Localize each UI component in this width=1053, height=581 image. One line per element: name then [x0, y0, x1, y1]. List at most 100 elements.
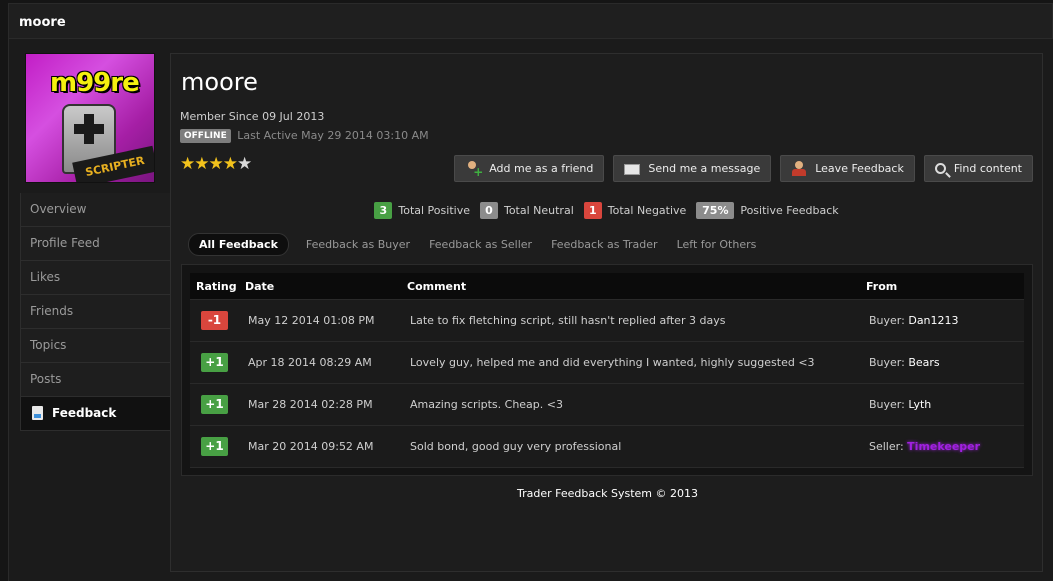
- envelope-icon: [624, 164, 641, 175]
- tab-feedback-as-trader[interactable]: Feedback as Trader: [542, 233, 667, 256]
- page-title: moore: [19, 15, 66, 30]
- star-filled-icon: ★: [208, 154, 224, 174]
- sidebar-item-friends[interactable]: Friends: [20, 295, 170, 329]
- leave-feedback-button[interactable]: Leave Feedback: [780, 155, 915, 182]
- sidebar-item-label: Overview: [30, 202, 87, 216]
- neutral-count-badge: 0: [479, 202, 498, 219]
- from-role: Buyer:: [869, 398, 905, 411]
- from-user-link[interactable]: Lyth: [908, 398, 931, 411]
- row-date: Mar 20 2014 09:52 AM: [248, 440, 374, 453]
- add-user-icon: [465, 160, 483, 179]
- row-from: Seller: Timekeeper: [862, 440, 1024, 453]
- table-row: +1 Apr 18 2014 08:29 AM Lovely guy, help…: [190, 342, 1024, 384]
- tab-feedback-as-buyer[interactable]: Feedback as Buyer: [297, 233, 419, 256]
- find-content-label: Find content: [953, 162, 1022, 175]
- profile-actions: Add me as a friend Send me a message Lea…: [454, 155, 1033, 182]
- table-row: +1 Mar 28 2014 02:28 PM Amazing scripts.…: [190, 384, 1024, 426]
- profile-main-panel: moore Member Since 09 Jul 2013 OFFLINE L…: [170, 53, 1043, 572]
- star-filled-icon: ★: [222, 154, 238, 174]
- neutral-label: Total Neutral: [503, 204, 574, 217]
- sidebar-item-label: Profile Feed: [30, 236, 100, 250]
- tab-left-for-others[interactable]: Left for Others: [668, 233, 766, 256]
- row-date: Apr 18 2014 08:29 AM: [248, 356, 372, 369]
- send-message-label: Send me a message: [648, 162, 761, 175]
- table-header: Rating Date Comment From: [190, 273, 1024, 300]
- sidebar-item-label: Posts: [30, 372, 62, 386]
- sidebar-item-topics[interactable]: Topics: [20, 329, 170, 363]
- total-negative: 1 Total Negative: [583, 202, 687, 219]
- sidebar-nav: Overview Profile Feed Likes Friends Topi…: [20, 193, 170, 431]
- search-icon: [934, 163, 946, 174]
- row-from: Buyer: Lyth: [862, 398, 1024, 411]
- rating-badge: +1: [201, 437, 228, 456]
- star-empty-icon: ★: [237, 154, 252, 174]
- send-message-button[interactable]: Send me a message: [613, 155, 772, 182]
- row-comment: Amazing scripts. Cheap. <3: [410, 398, 563, 411]
- tab-feedback-as-seller[interactable]: Feedback as Seller: [420, 233, 541, 256]
- user-feedback-icon: [791, 160, 807, 177]
- status-badge: OFFLINE: [180, 129, 231, 143]
- footer-note: Trader Feedback System © 2013: [516, 487, 699, 500]
- from-user-link[interactable]: Bears: [908, 356, 939, 369]
- sidebar-item-label: Likes: [30, 270, 61, 284]
- sidebar-item-likes[interactable]: Likes: [20, 261, 170, 295]
- from-role: Buyer:: [869, 356, 905, 369]
- find-content-button[interactable]: Find content: [923, 155, 1033, 182]
- member-since: Member Since 09 Jul 2013: [180, 110, 325, 123]
- positive-label: Total Positive: [398, 204, 470, 217]
- sidebar-item-label: Friends: [30, 304, 74, 318]
- rating-badge: -1: [201, 311, 228, 330]
- star-filled-icon: ★: [180, 154, 195, 174]
- table-row: +1 Mar 20 2014 09:52 AM Sold bond, good …: [190, 426, 1024, 468]
- from-role: Seller:: [869, 440, 904, 453]
- row-comment: Lovely guy, helped me and did everything…: [410, 356, 815, 369]
- positive-percent: 75% Positive Feedback: [696, 202, 839, 219]
- row-comment: Late to fix fletching script, still hasn…: [410, 314, 726, 327]
- negative-count-badge: 1: [583, 202, 602, 219]
- negative-label: Total Negative: [607, 204, 687, 217]
- star-filled-icon: ★: [194, 154, 209, 174]
- rating-badge: +1: [201, 395, 228, 414]
- row-from: Buyer: Dan1213: [862, 314, 1024, 327]
- add-friend-label: Add me as a friend: [489, 162, 594, 175]
- avatar[interactable]: m99re SCRIPTER: [25, 53, 155, 183]
- feedback-tabs: All Feedback Feedback as Buyer Feedback …: [188, 233, 766, 256]
- profile-username: moore: [181, 68, 258, 96]
- sidebar-item-posts[interactable]: Posts: [20, 363, 170, 397]
- total-neutral: 0 Total Neutral: [479, 202, 574, 219]
- row-date: May 12 2014 01:08 PM: [248, 314, 375, 327]
- tab-all-feedback[interactable]: All Feedback: [188, 233, 289, 256]
- sidebar-item-label: Feedback: [52, 406, 117, 420]
- header-rating: Rating: [196, 279, 237, 293]
- avatar-logo-text: m99re: [50, 68, 140, 98]
- add-friend-button[interactable]: Add me as a friend: [454, 155, 605, 182]
- row-comment: Sold bond, good guy very professional: [410, 440, 622, 453]
- last-active: Last Active May 29 2014 03:10 AM: [237, 129, 429, 142]
- row-from: Buyer: Bears: [862, 356, 1024, 369]
- percent-badge: 75%: [696, 202, 735, 219]
- from-role: Buyer:: [869, 314, 905, 327]
- rating-stars: ★★★★★: [180, 154, 252, 174]
- sidebar-item-overview[interactable]: Overview: [20, 193, 170, 227]
- header-comment: Comment: [407, 279, 467, 293]
- from-user-link[interactable]: Dan1213: [908, 314, 958, 327]
- sidebar-item-profile-feed[interactable]: Profile Feed: [20, 227, 170, 261]
- header-date: Date: [245, 279, 275, 293]
- percent-label: Positive Feedback: [740, 204, 839, 217]
- rating-badge: +1: [201, 353, 228, 372]
- top-title-bar: moore: [8, 3, 1053, 39]
- sidebar-item-label: Topics: [30, 338, 67, 352]
- from-user-link[interactable]: Timekeeper: [907, 440, 980, 453]
- sidebar-item-feedback[interactable]: Feedback: [20, 397, 170, 431]
- document-icon: [32, 405, 43, 420]
- positive-count-badge: 3: [374, 202, 393, 219]
- table-row: -1 May 12 2014 01:08 PM Late to fix flet…: [190, 300, 1024, 342]
- feedback-table: Rating Date Comment From -1 May 12 2014 …: [181, 264, 1033, 476]
- leave-feedback-label: Leave Feedback: [815, 162, 904, 175]
- header-from: From: [866, 279, 898, 293]
- row-date: Mar 28 2014 02:28 PM: [248, 398, 373, 411]
- feedback-totals: 3 Total Positive 0 Total Neutral 1 Total…: [171, 202, 1044, 219]
- avatar-cross-horizontal: [74, 124, 104, 134]
- total-positive: 3 Total Positive: [374, 202, 470, 219]
- status-row: OFFLINE Last Active May 29 2014 03:10 AM: [180, 129, 429, 143]
